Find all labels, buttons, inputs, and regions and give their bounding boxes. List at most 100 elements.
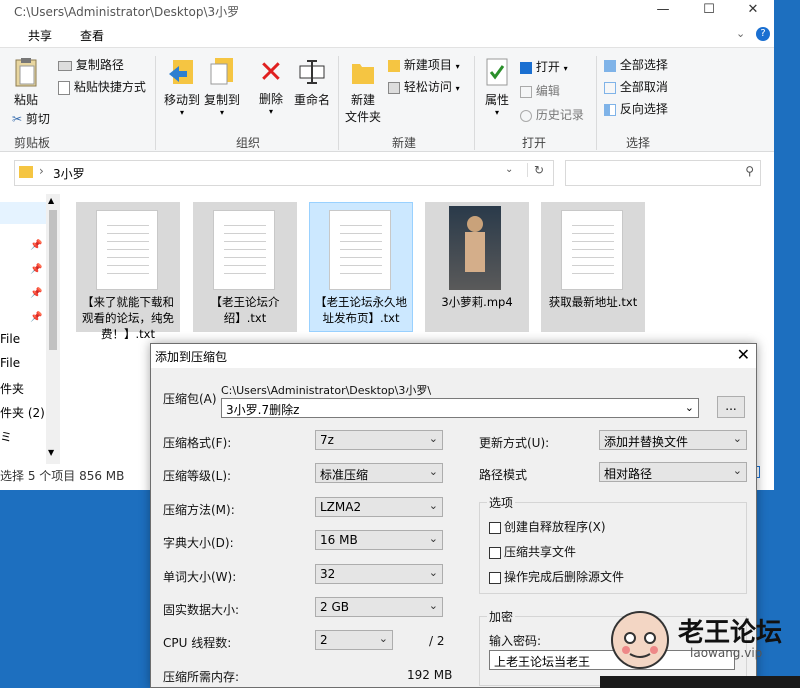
file-item[interactable]: 【来了就能下载和观看的论坛，纯免费！】.txt: [76, 202, 180, 341]
group-open: 打开: [522, 136, 547, 150]
new-folder-button[interactable]: 新建 文件夹: [344, 56, 382, 125]
new-item-icon: [388, 59, 400, 72]
copy-to-button[interactable]: 复制到 ▾: [204, 56, 240, 117]
search-input[interactable]: ⚲: [565, 160, 761, 186]
cpu-total: / 2: [429, 634, 445, 648]
archive-name-input[interactable]: 3小罗.7删除z ⌄: [221, 398, 699, 418]
nav-item[interactable]: ミ: [0, 428, 12, 445]
breadcrumb[interactable]: 3小罗: [53, 165, 85, 182]
chevron-down-icon: ⌄: [378, 632, 388, 645]
delete-button[interactable]: ✕ 删除 ▾: [256, 55, 286, 117]
group-select: 选择: [626, 136, 651, 150]
group-organize: 组织: [236, 136, 261, 150]
select-none-button[interactable]: 全部取消: [604, 78, 668, 95]
status-text: 选择 5 个项目 856 MB: [0, 469, 125, 483]
history-button[interactable]: 历史记录: [520, 106, 584, 123]
text-file-icon: [213, 210, 275, 290]
file-item[interactable]: 【老王论坛永久地址发布页】.txt: [309, 202, 413, 332]
search-icon: ⚲: [745, 164, 754, 178]
tab-view[interactable]: 查看: [80, 27, 104, 44]
cpu-select[interactable]: 2 ⌄: [315, 630, 393, 650]
copy-folder-icon: [210, 58, 233, 85]
sfx-checkbox[interactable]: 创建自释放程序(X): [489, 518, 606, 535]
address-field[interactable]: › 3小罗 ⌄ ↻: [14, 160, 554, 186]
minimize-button[interactable]: —: [640, 0, 686, 22]
cut-button[interactable]: ✂ 剪切: [12, 110, 50, 127]
chevron-down-icon[interactable]: ⌄: [505, 164, 513, 175]
chevron-down-icon: ⌄: [428, 465, 438, 478]
title-bar: C:\Users\Administrator\Desktop\3小罗 — ☐ ✕: [0, 0, 774, 22]
nav-scrollbar[interactable]: ▲ ▼: [46, 194, 60, 464]
easy-access-icon: [388, 81, 400, 94]
nav-item[interactable]: File: [0, 356, 20, 370]
tab-share[interactable]: 共享: [28, 27, 52, 44]
text-file-icon: [96, 210, 158, 290]
password-label: 输入密码:: [489, 634, 542, 648]
cpu-label: CPU 线程数:: [163, 636, 232, 650]
clipboard-icon: [15, 58, 37, 87]
help-icon[interactable]: ?: [756, 27, 770, 41]
move-to-button[interactable]: 移动到 ▾: [164, 56, 200, 117]
chevron-down-icon: ⌄: [428, 532, 438, 545]
pin-icon: 📌: [30, 240, 43, 251]
delete-source-checkbox[interactable]: 操作完成后删除源文件: [489, 568, 624, 585]
video-thumbnail: [449, 206, 501, 290]
properties-button[interactable]: 属性 ▾: [482, 56, 512, 117]
path-select[interactable]: 相对路径 ⌄: [599, 462, 747, 482]
close-button[interactable]: ✕: [730, 0, 774, 22]
shared-checkbox[interactable]: 压缩共享文件: [489, 543, 576, 560]
nav-item-selected[interactable]: [0, 202, 46, 224]
dict-select[interactable]: 16 MB ⌄: [315, 530, 443, 550]
easy-access-button[interactable]: 轻松访问 ▾: [388, 78, 460, 95]
file-item[interactable]: 【老王论坛介绍】.txt: [193, 202, 297, 332]
chevron-down-icon: ▾: [179, 108, 184, 117]
update-select[interactable]: 添加并替换文件 ⌄: [599, 430, 747, 450]
dialog-close-button[interactable]: ✕: [737, 345, 750, 364]
copy-path-button[interactable]: 复制路径: [58, 56, 124, 73]
chevron-down-icon[interactable]: ⌄: [736, 27, 745, 40]
dialog-title-bar: 添加到压缩包 ✕: [151, 344, 756, 368]
chevron-down-icon: ▾: [563, 64, 568, 73]
chevron-down-icon: ▾: [455, 84, 460, 93]
open-button[interactable]: 打开 ▾: [520, 58, 568, 75]
nav-item[interactable]: File: [0, 332, 20, 346]
file-name: 【来了就能下载和观看的论坛，纯免费！】.txt: [82, 295, 174, 341]
refresh-icon[interactable]: ↻: [527, 163, 544, 177]
scissors-icon: ✂: [12, 112, 23, 126]
solid-select[interactable]: 2 GB ⌄: [315, 597, 443, 617]
edit-button[interactable]: 编辑: [520, 82, 560, 99]
nav-item[interactable]: 件夹: [0, 380, 24, 397]
folder-icon: [352, 64, 374, 84]
invert-selection-button[interactable]: 反向选择: [604, 100, 668, 117]
chevron-down-icon[interactable]: ⌄: [685, 401, 694, 414]
scroll-thumb[interactable]: [49, 210, 57, 350]
pin-icon: 📌: [30, 288, 43, 299]
maximize-button[interactable]: ☐: [686, 0, 732, 22]
paste-button[interactable]: 粘贴: [10, 56, 42, 108]
folder-icon: [19, 166, 33, 178]
delete-icon: ✕: [258, 55, 284, 90]
rename-icon: [299, 60, 325, 84]
archive-path: C:\Users\Administrator\Desktop\3小罗\: [221, 384, 432, 397]
edit-icon: [520, 85, 532, 98]
format-label: 压缩格式(F):: [163, 436, 232, 450]
level-select[interactable]: 标准压缩 ⌄: [315, 463, 443, 483]
ribbon-tabs: 共享 查看 ⌄ ?: [0, 22, 774, 48]
word-select[interactable]: 32 ⌄: [315, 564, 443, 584]
paste-shortcut-button[interactable]: 粘贴快捷方式: [58, 78, 146, 95]
pin-icon: 📌: [30, 264, 43, 275]
chevron-down-icon: ⌄: [732, 432, 742, 445]
file-item[interactable]: 获取最新地址.txt: [541, 202, 645, 332]
scroll-up-icon[interactable]: ▲: [48, 196, 54, 205]
select-all-button[interactable]: 全部选择: [604, 56, 668, 73]
browse-button[interactable]: ...: [717, 396, 745, 418]
chevron-down-icon: ⌄: [428, 432, 438, 445]
method-select[interactable]: LZMA2 ⌄: [315, 497, 443, 517]
file-item[interactable]: 3小萝莉.mp4: [425, 202, 529, 332]
watermark: 老王论坛 laowang.vip: [608, 608, 800, 688]
scroll-down-icon[interactable]: ▼: [48, 448, 54, 457]
rename-button[interactable]: 重命名: [292, 56, 332, 108]
format-select[interactable]: 7z ⌄: [315, 430, 443, 450]
new-item-button[interactable]: 新建项目 ▾: [388, 56, 460, 73]
nav-item[interactable]: 件夹 (2): [0, 404, 45, 421]
